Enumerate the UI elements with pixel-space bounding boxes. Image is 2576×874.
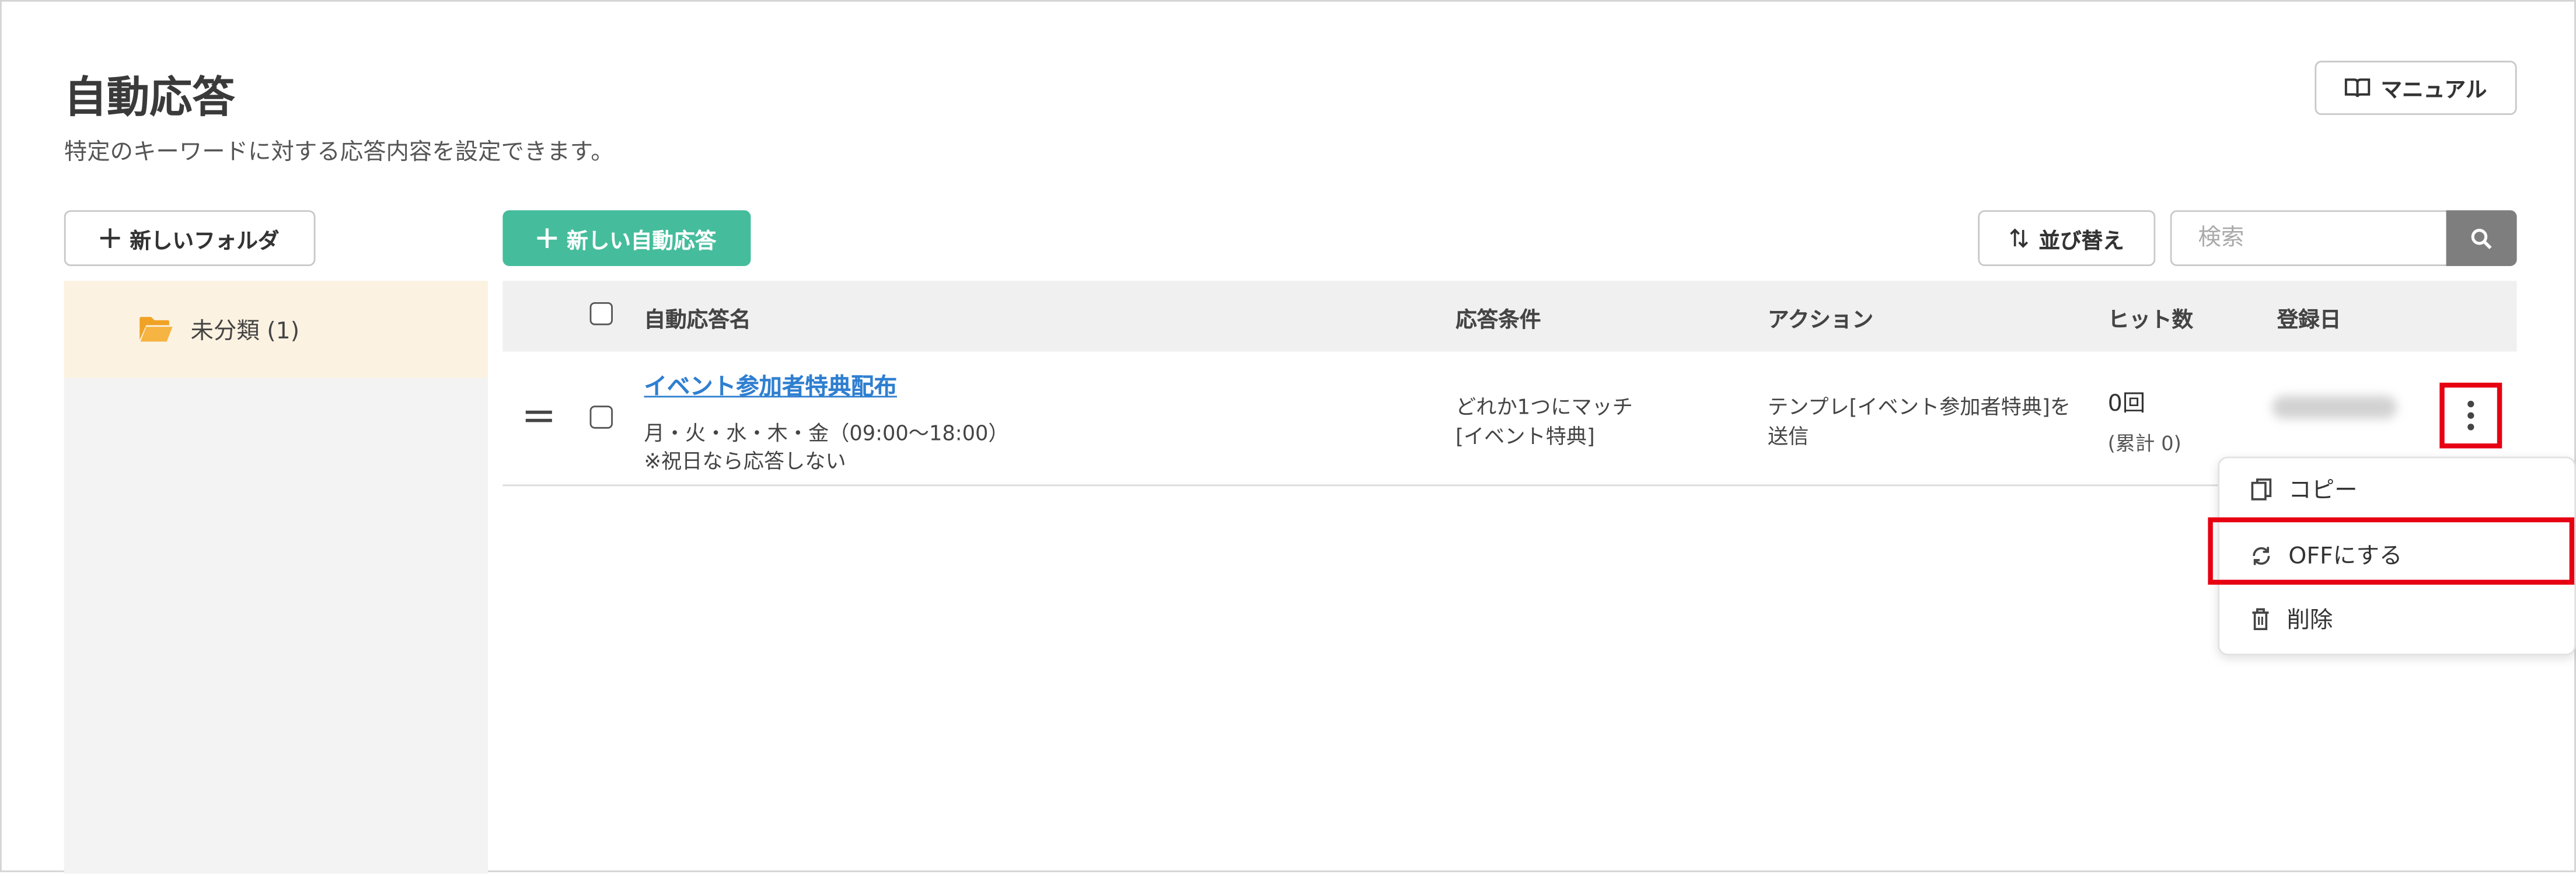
auto-response-page: 自動応答 特定のキーワードに対する応答内容を設定できます。 マニュアル 新しいフ… <box>0 0 2576 874</box>
sort-label: 並び替え <box>2039 229 2124 254</box>
plus-icon <box>100 228 120 249</box>
folder-label: 未分類 (1) <box>190 317 300 344</box>
trash-icon <box>2252 608 2269 630</box>
auto-response-name-link[interactable]: イベント参加者特典配布 <box>644 369 897 402</box>
hit-count-total: (累計 0) <box>2107 432 2181 455</box>
menu-item-copy[interactable]: コピー <box>2218 458 2572 520</box>
sidebar-item-uncategorized[interactable]: 未分類 (1) <box>64 281 488 378</box>
select-all-checkbox[interactable] <box>589 302 613 326</box>
row-menu-button[interactable] <box>2439 382 2502 449</box>
sort-icon <box>2010 228 2028 248</box>
folder-open-icon <box>139 317 173 342</box>
condition-keyword: [イベント特典] <box>1455 424 1595 449</box>
kebab-icon <box>2467 400 2474 408</box>
action-text: テンプレ[イベント参加者特典]を <box>1767 394 2071 419</box>
new-folder-label: 新しいフォルダ <box>130 229 280 254</box>
column-header-action: アクション <box>1767 309 1874 334</box>
new-auto-response-label: 新しい自動応答 <box>567 229 717 254</box>
menu-item-delete[interactable]: 削除 <box>2218 588 2572 651</box>
search-button[interactable] <box>2446 210 2517 267</box>
action-text-continued: 送信 <box>1767 424 1809 449</box>
registration-date-redacted <box>2272 396 2397 419</box>
menu-item-copy-label: コピー <box>2288 478 2358 505</box>
menu-item-delete-label: 削除 <box>2287 607 2333 634</box>
plus-icon <box>537 228 557 249</box>
drag-handle-icon[interactable] <box>525 410 552 425</box>
new-folder-button[interactable]: 新しいフォルダ <box>64 210 316 267</box>
holiday-note: ※祝日なら応答しない <box>644 448 846 473</box>
manual-button-label: マニュアル <box>2380 79 2487 104</box>
condition-text: どれか1つにマッチ <box>1455 394 1633 419</box>
page-subtitle: 特定のキーワードに対する応答内容を設定できます。 <box>64 139 614 166</box>
search-icon <box>2471 228 2492 249</box>
book-icon <box>2345 78 2371 97</box>
column-header-name: 自動応答名 <box>644 309 751 334</box>
copy-icon <box>2251 478 2272 501</box>
column-header-date: 登録日 <box>2277 309 2341 334</box>
row-checkbox[interactable] <box>589 405 613 429</box>
new-auto-response-button[interactable]: 新しい自動応答 <box>502 210 751 267</box>
column-header-condition: 応答条件 <box>1455 309 1541 334</box>
manual-button[interactable]: マニュアル <box>2315 61 2517 116</box>
schedule-text: 月・火・水・木・金（09:00〜18:00） <box>644 420 1009 445</box>
highlight-box <box>2208 517 2575 585</box>
column-header-hits: ヒット数 <box>2107 309 2194 334</box>
hit-count: 0回 <box>2107 390 2146 418</box>
search-input[interactable] <box>2170 210 2446 267</box>
page-title: 自動応答 <box>64 74 235 124</box>
sort-button[interactable]: 並び替え <box>1978 210 2156 267</box>
